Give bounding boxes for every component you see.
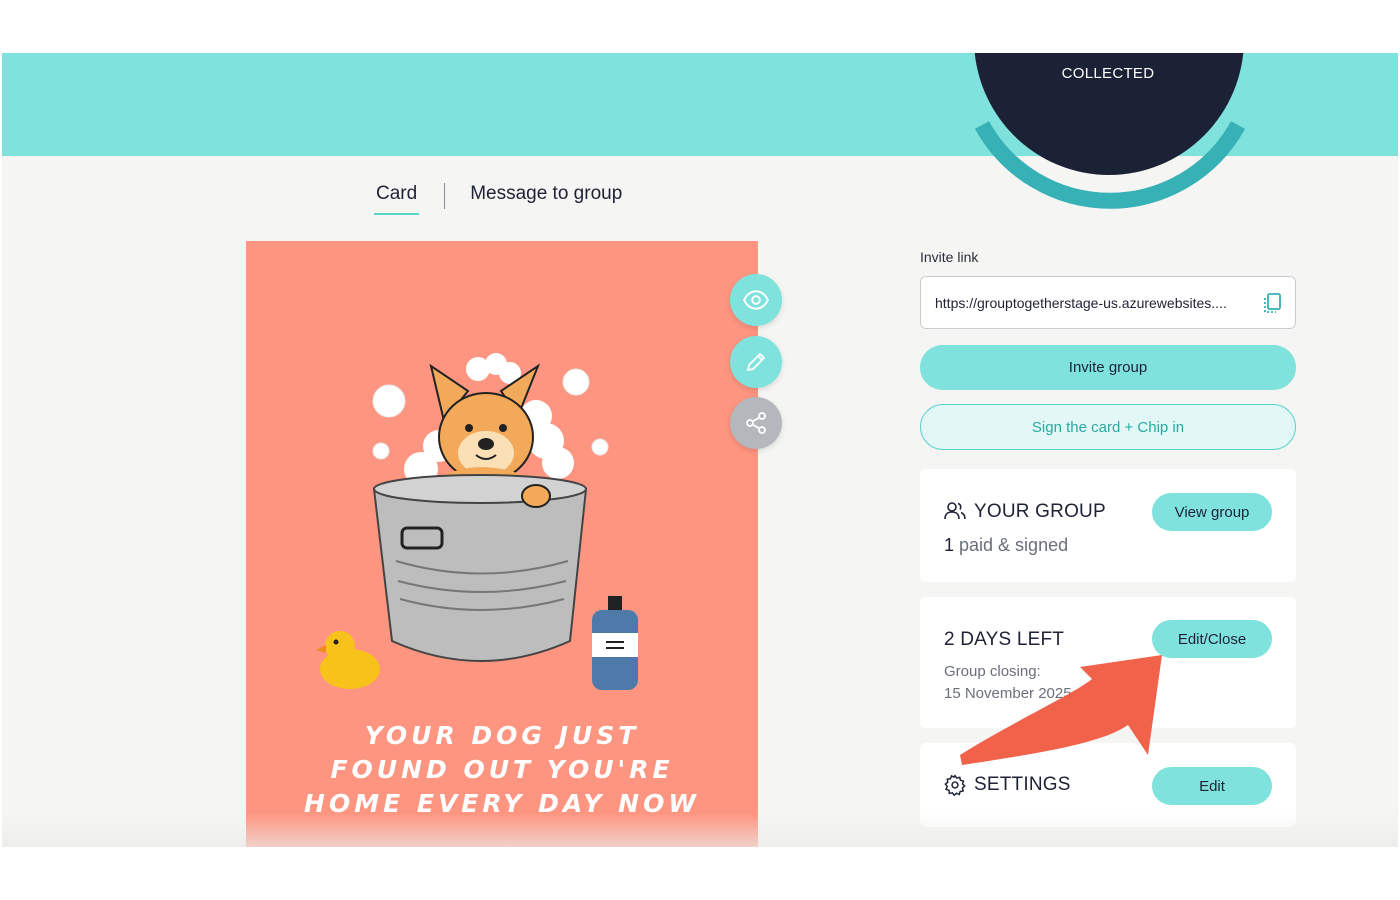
tab-card[interactable]: Card: [374, 183, 420, 215]
card-text-line: HOME EVERY DAY NOW: [304, 789, 700, 818]
tab-divider: [444, 183, 446, 209]
card-preview[interactable]: YOUR DOG JUST FOUND OUT YOU'RE HOME EVER…: [246, 241, 758, 847]
gear-icon: [944, 774, 966, 796]
settings-title: SETTINGS: [974, 774, 1071, 795]
sign-card-chip-in-button[interactable]: Sign the card + Chip in: [920, 404, 1296, 450]
tab-message-to-group[interactable]: Message to group: [470, 183, 622, 205]
copy-icon[interactable]: [1261, 292, 1283, 314]
paid-signed-text: paid & signed: [954, 535, 1069, 555]
view-group-button[interactable]: View group: [1152, 493, 1272, 531]
card-message: YOUR DOG JUST FOUND OUT YOU'RE HOME EVER…: [246, 719, 758, 821]
settings-panel: SETTINGS Edit: [920, 743, 1296, 827]
days-left-title: 2 DAYS LEFT: [944, 629, 1065, 650]
invite-link-field[interactable]: https://grouptogetherstage-us.azurewebsi…: [920, 276, 1296, 329]
group-closing-date: 15 November 2025: [944, 685, 1072, 702]
collected-label: COLLECTED: [1061, 65, 1155, 82]
users-icon: [944, 502, 966, 520]
your-group-title: YOUR GROUP: [974, 501, 1106, 522]
settings-edit-button[interactable]: Edit: [1152, 767, 1272, 805]
invite-link-value[interactable]: https://grouptogetherstage-us.azurewebsi…: [935, 295, 1255, 311]
card-text-line: FOUND OUT YOU'RE: [330, 755, 674, 784]
card-tabs: Card Message to group: [374, 183, 622, 223]
your-group-panel: YOUR GROUP 1 paid & signed View group: [920, 469, 1296, 582]
invite-group-button[interactable]: Invite group: [920, 345, 1296, 390]
card-text-line: YOUR DOG JUST: [364, 721, 640, 750]
edit-card-button[interactable]: [730, 336, 782, 388]
pencil-icon: [746, 352, 766, 372]
preview-card-button[interactable]: [730, 274, 782, 326]
paid-count: 1: [944, 535, 955, 555]
edit-close-button[interactable]: Edit/Close: [1152, 620, 1272, 658]
paid-signed-status: 1 paid & signed: [944, 535, 1068, 556]
eye-icon: [743, 290, 769, 310]
invite-link-label: Invite link: [920, 249, 979, 265]
app-frame: COLLECTED Card Message to group YOUR DOG…: [2, 53, 1398, 847]
dog-in-tub-illustration: [316, 353, 638, 690]
share-icon: [746, 412, 766, 434]
days-left-panel: 2 DAYS LEFT Group closing: 15 November 2…: [920, 597, 1296, 728]
group-closing-label: Group closing:: [944, 663, 1041, 680]
share-card-button[interactable]: [730, 397, 782, 449]
